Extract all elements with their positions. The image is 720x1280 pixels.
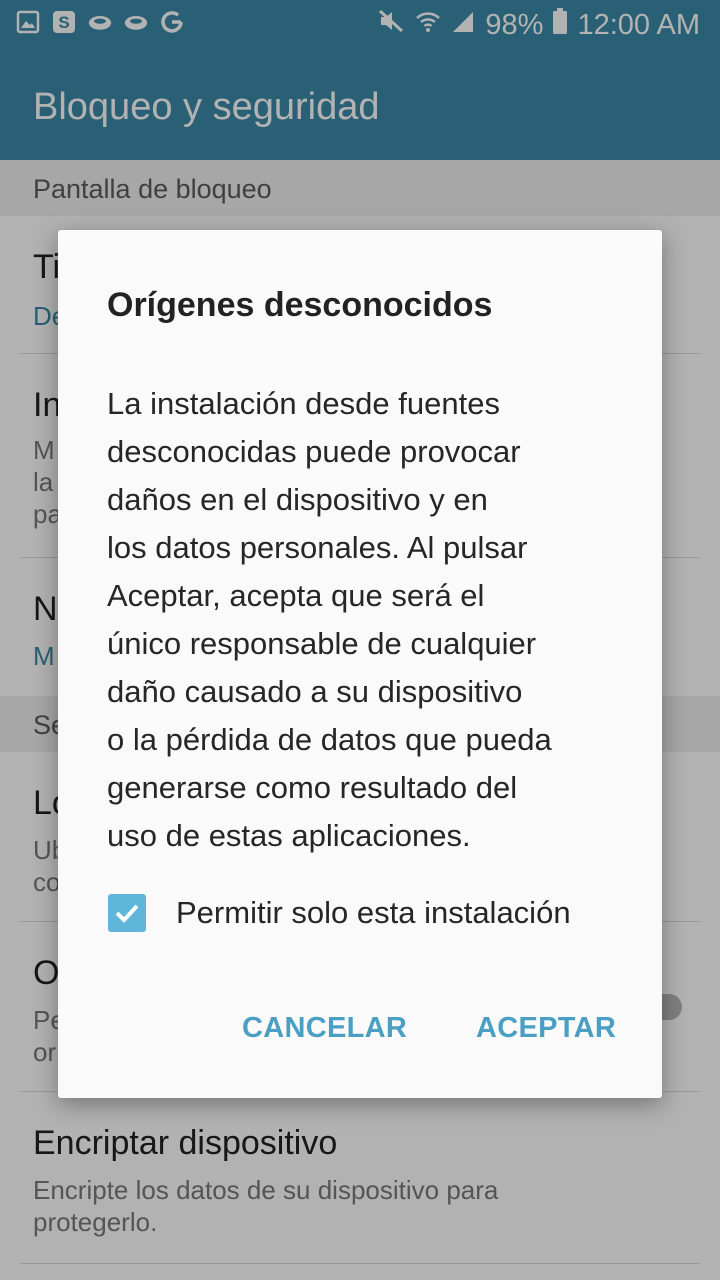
unknown-sources-dialog: Orígenes desconocidos La instalación des… <box>58 230 662 1098</box>
allow-once-label: Permitir solo esta instalación <box>176 895 571 930</box>
dialog-title: Orígenes desconocidos <box>107 286 493 324</box>
cancel-button[interactable]: CANCELAR <box>242 1012 407 1045</box>
allow-once-checkbox[interactable] <box>108 894 146 932</box>
dialog-message: La instalación desde fuentes desconocida… <box>107 386 552 853</box>
accept-button[interactable]: ACEPTAR <box>476 1012 616 1045</box>
allow-once-option[interactable]: Permitir solo esta instalación <box>108 894 571 932</box>
checkmark-icon <box>115 904 139 923</box>
